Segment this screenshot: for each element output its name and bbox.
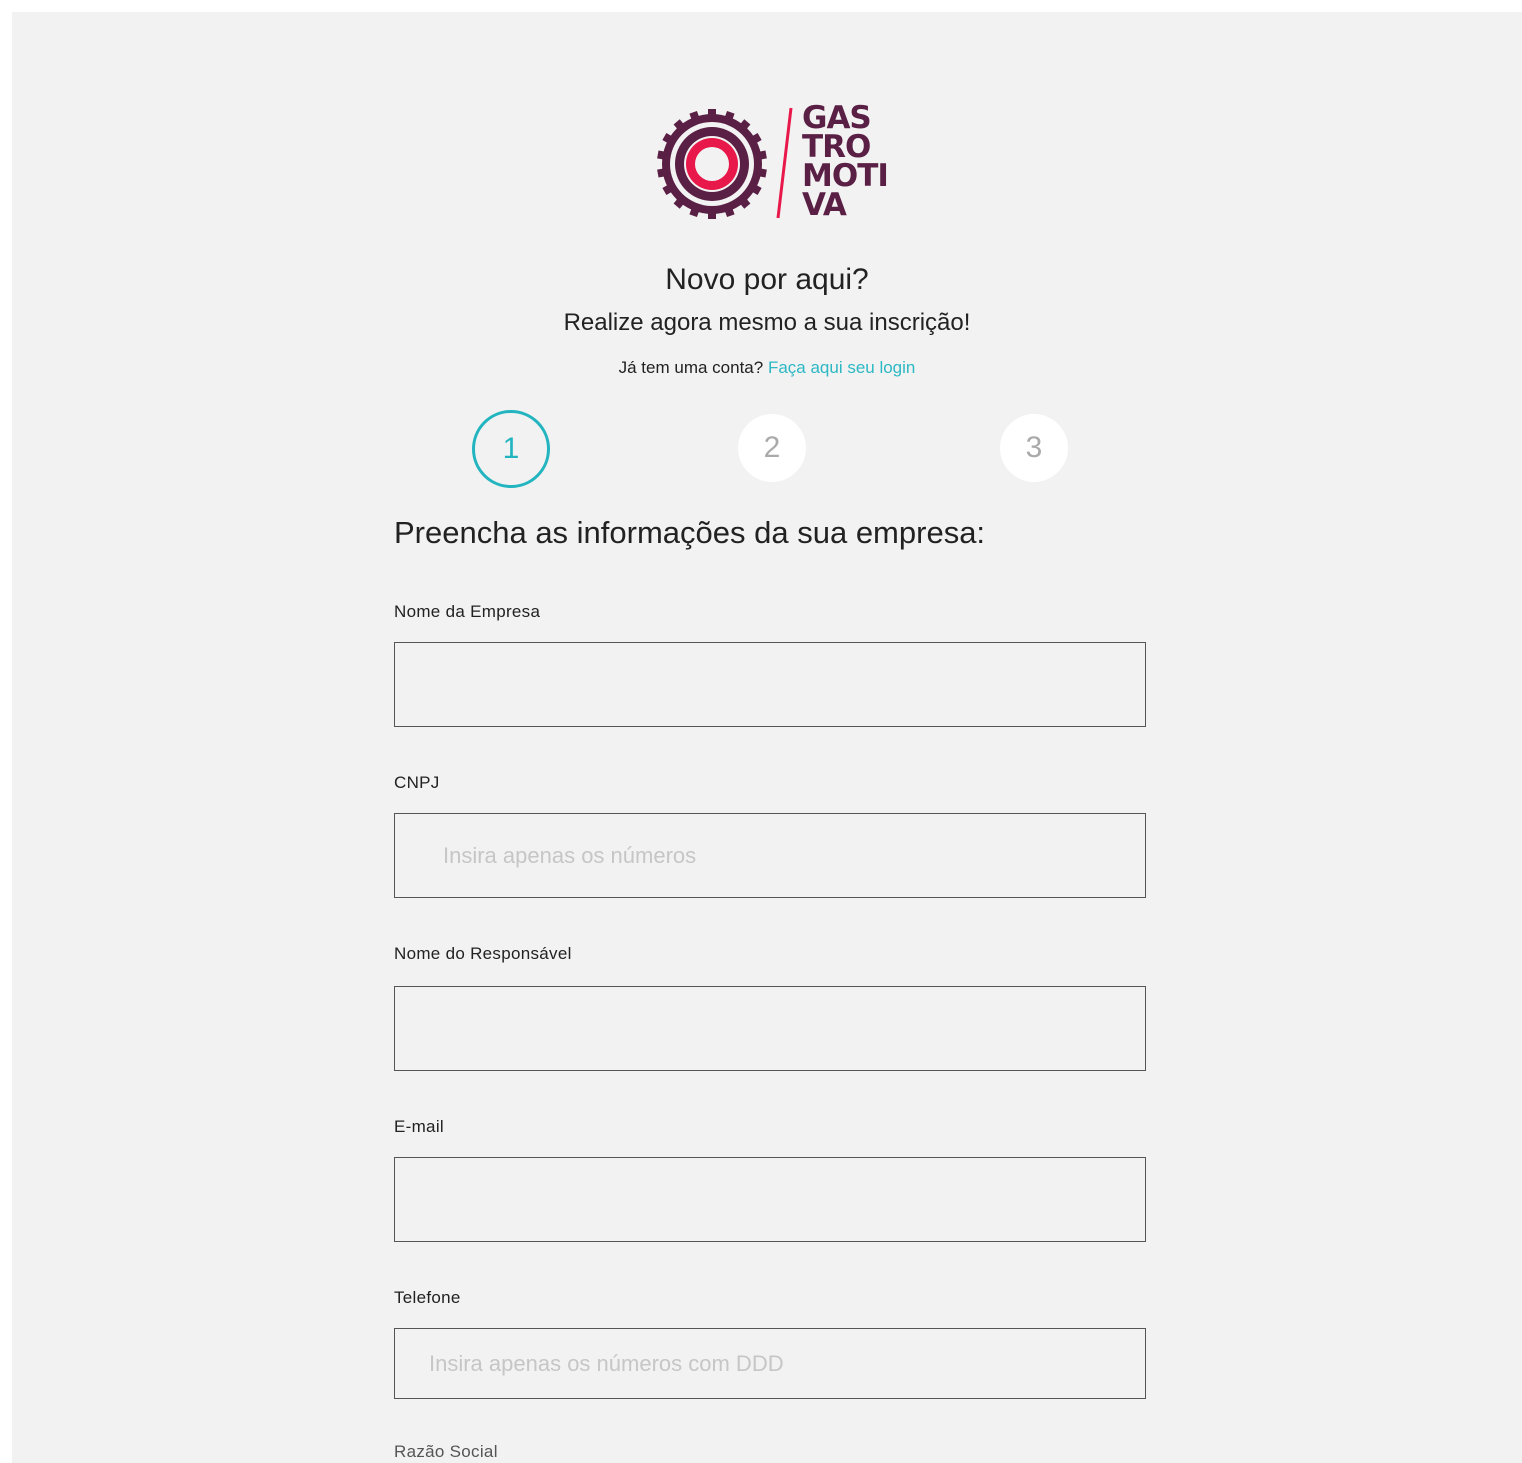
cnpj-input[interactable]	[394, 813, 1146, 898]
company-legal-name-label: Razão Social	[394, 1442, 498, 1461]
login-prompt: Já tem uma conta? Faça aqui seu login	[12, 358, 1522, 378]
email-input[interactable]	[394, 1157, 1146, 1242]
divider-slash-icon	[776, 107, 793, 219]
company-name-label: Nome da Empresa	[394, 602, 541, 621]
logo-line: VA	[802, 187, 847, 223]
page-title: Novo por aqui?	[665, 263, 869, 296]
step-1[interactable]: 1	[472, 410, 550, 488]
cnpj-label: CNPJ	[394, 773, 440, 792]
gastromotiva-logo: GAS TRO MOTI VA	[656, 103, 896, 236]
gear-ring-icon	[657, 109, 767, 219]
email-label: E-mail	[394, 1117, 444, 1136]
responsible-name-input[interactable]	[394, 986, 1146, 1071]
step-3[interactable]: 3	[1000, 414, 1068, 482]
page-subtitle: Realize agora mesmo a sua inscrição!	[563, 309, 971, 336]
company-name-input[interactable]	[394, 642, 1146, 727]
responsible-name-label: Nome do Responsável	[394, 944, 572, 963]
login-link[interactable]: Faça aqui seu login	[768, 358, 915, 377]
logo-wordmark: GAS TRO MOTI VA	[802, 103, 889, 223]
login-prompt-text: Já tem uma conta?	[618, 358, 764, 377]
phone-label: Telefone	[394, 1288, 461, 1307]
signup-page: GAS TRO MOTI VA Novo por aqui? Realize a…	[12, 12, 1522, 1463]
step-2[interactable]: 2	[738, 414, 806, 482]
form-section-title: Preencha as informações da sua empresa:	[394, 515, 986, 550]
phone-input[interactable]	[394, 1328, 1146, 1399]
